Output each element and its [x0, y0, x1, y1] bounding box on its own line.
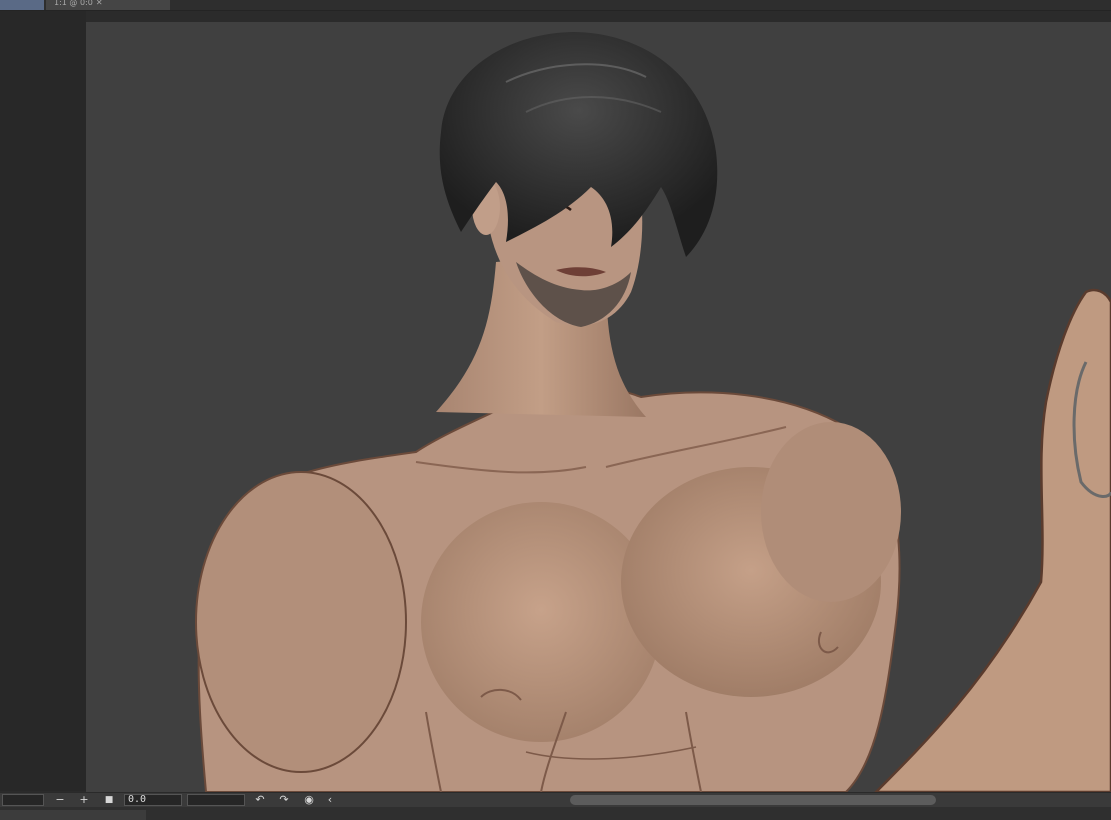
close-icon[interactable]: ✕ [96, 0, 103, 7]
bottom-panel-tab[interactable] [0, 810, 146, 820]
document-tab[interactable]: 1:1 @ 0:0 ✕ [46, 0, 170, 10]
collapse-icon[interactable]: ‹ [322, 793, 338, 807]
document-tab-bar: 1:1 @ 0:0 ✕ [0, 0, 1111, 11]
zoom-in-button[interactable]: + [76, 793, 92, 807]
drawing-canvas[interactable] [86, 22, 1111, 792]
raised-hand [874, 288, 1111, 792]
active-tab-indicator[interactable] [0, 0, 44, 10]
rotate-right-icon[interactable]: ↷ [276, 793, 292, 807]
stop-button[interactable]: ■ [101, 793, 117, 807]
document-tab-label: 1:1 @ 0:0 [54, 0, 93, 7]
angle-field[interactable]: 0.0 [124, 794, 182, 806]
status-bar: − + ■ 0.0 ↶ ↷ ◉ ‹ [0, 792, 1111, 807]
zoom-field[interactable] [2, 794, 44, 806]
horizontal-scrollbar[interactable] [338, 795, 1108, 805]
artwork-illustration [195, 32, 1111, 792]
angle-slider[interactable] [187, 794, 245, 806]
rotate-left-icon[interactable]: ↶ [252, 793, 268, 807]
left-gutter [0, 11, 86, 791]
bottom-panel-strip [0, 807, 1111, 820]
zoom-out-button[interactable]: − [52, 793, 68, 807]
scrollbar-thumb[interactable] [570, 795, 936, 805]
reset-rotation-icon[interactable]: ◉ [301, 793, 317, 807]
